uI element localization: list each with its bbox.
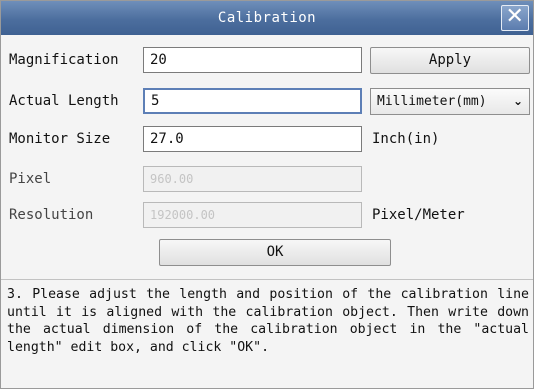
- pixel-input: [143, 166, 362, 192]
- apply-button[interactable]: Apply: [370, 47, 530, 74]
- resolution-input: [143, 202, 362, 228]
- dialog-title: Calibration: [217, 10, 317, 26]
- magnification-input[interactable]: [143, 47, 362, 73]
- divider: [1, 279, 533, 280]
- ok-button[interactable]: OK: [159, 239, 391, 266]
- chevron-down-icon: ⌄: [512, 94, 523, 108]
- monitor-size-unit: Inch(in): [372, 131, 440, 147]
- title-bar[interactable]: Calibration ✕: [1, 1, 533, 35]
- pixel-label: Pixel: [9, 171, 52, 187]
- resolution-label: Resolution: [9, 207, 94, 223]
- magnification-label: Magnification: [9, 52, 119, 68]
- actual-length-input[interactable]: [143, 88, 362, 114]
- instructions-text: 3. Please adjust the length and position…: [7, 287, 529, 355]
- calibration-dialog: Calibration ✕ Magnification Apply Actual…: [0, 0, 534, 389]
- unit-dropdown[interactable]: Millimeter(mm) ⌄: [370, 88, 530, 115]
- monitor-size-input[interactable]: [143, 126, 362, 152]
- close-button[interactable]: ✕: [501, 5, 529, 31]
- monitor-size-label: Monitor Size: [9, 131, 111, 147]
- resolution-unit: Pixel/Meter: [372, 207, 465, 223]
- unit-dropdown-value: Millimeter(mm): [377, 94, 487, 109]
- close-icon: ✕: [505, 4, 525, 29]
- actual-length-label: Actual Length: [9, 93, 119, 109]
